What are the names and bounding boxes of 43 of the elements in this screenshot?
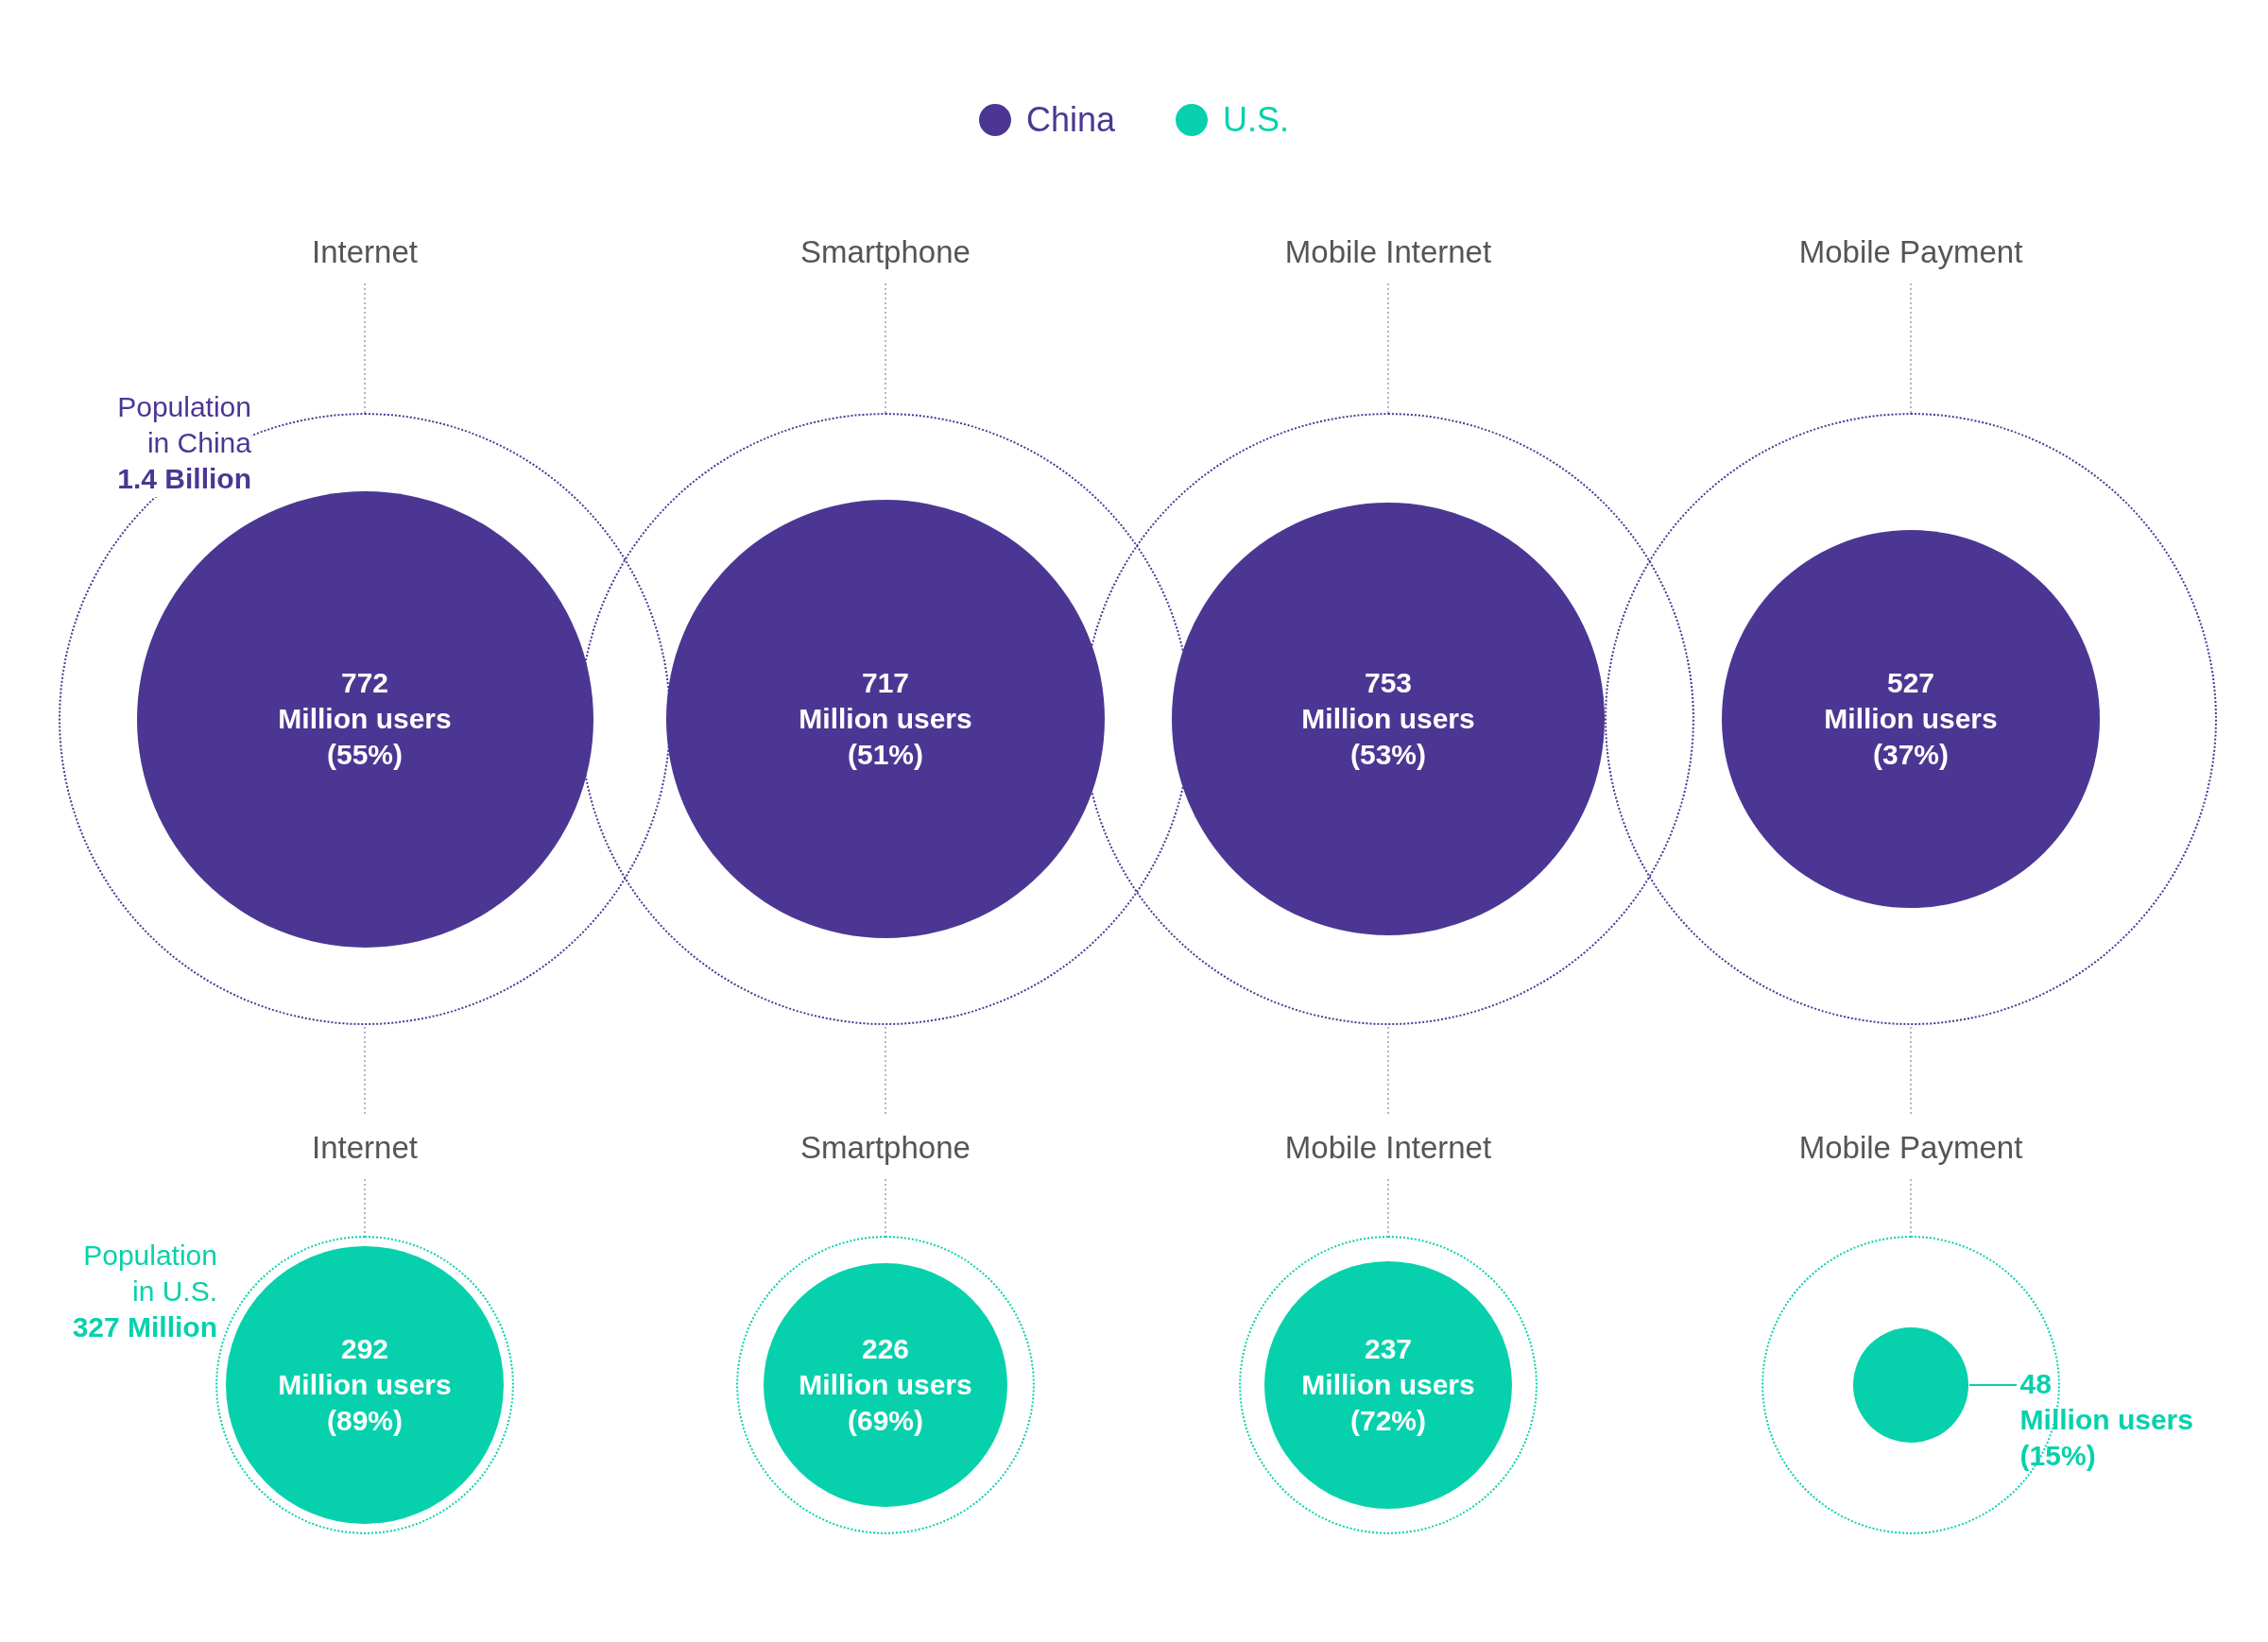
category-label: Smartphone bbox=[800, 233, 971, 271]
category-label: Smartphone bbox=[800, 1129, 971, 1167]
share-label: (15%) bbox=[2019, 1439, 2096, 1473]
population-value: 1.4 Billion bbox=[117, 462, 251, 496]
user-count: 48 bbox=[2019, 1367, 2052, 1401]
category-label: Mobile Internet bbox=[1284, 1129, 1492, 1167]
unit-label: Million users bbox=[278, 1368, 452, 1402]
share-label: (69%) bbox=[848, 1404, 923, 1438]
user-count: 772 bbox=[340, 666, 389, 700]
user-count: 237 bbox=[1364, 1332, 1413, 1366]
user-count: 753 bbox=[1364, 666, 1413, 700]
category-label: Mobile Internet bbox=[1284, 233, 1492, 271]
user-count: 527 bbox=[1886, 666, 1935, 700]
leader-line bbox=[364, 1179, 366, 1236]
share-label: (72%) bbox=[1350, 1404, 1426, 1438]
unit-label: Million users bbox=[1301, 702, 1475, 736]
population-label: Population in U.S. bbox=[82, 1239, 217, 1308]
user-count: 292 bbox=[340, 1332, 389, 1366]
category-label: Internet bbox=[312, 1129, 418, 1167]
unit-label: Million users bbox=[278, 702, 452, 736]
population-value: 327 Million bbox=[72, 1310, 217, 1344]
category-label: Internet bbox=[312, 233, 418, 271]
population-label: Population in China bbox=[116, 390, 251, 460]
category-label: Mobile Payment bbox=[1798, 1129, 2023, 1167]
category-label: Mobile Payment bbox=[1798, 233, 2023, 271]
leader-line bbox=[1387, 1179, 1389, 1236]
share-label: (55%) bbox=[327, 738, 403, 772]
unit-label: Million users bbox=[2019, 1403, 2193, 1437]
legend-label: U.S. bbox=[1223, 99, 1290, 141]
unit-label: Million users bbox=[1824, 702, 1998, 736]
legend-label: China bbox=[1025, 99, 1115, 141]
user-count: 226 bbox=[861, 1332, 910, 1366]
leader-line bbox=[885, 1179, 886, 1236]
unit-label: Million users bbox=[799, 1368, 972, 1402]
share-label: (89%) bbox=[327, 1404, 403, 1438]
share-label: (51%) bbox=[848, 738, 923, 772]
leader-line bbox=[1910, 1179, 1912, 1236]
unit-label: Million users bbox=[799, 702, 972, 736]
leader-line bbox=[1968, 1384, 2017, 1386]
user-count: 717 bbox=[861, 666, 910, 700]
unit-label: Million users bbox=[1301, 1368, 1475, 1402]
share-label: (53%) bbox=[1350, 738, 1426, 772]
share-label: (37%) bbox=[1873, 738, 1949, 772]
